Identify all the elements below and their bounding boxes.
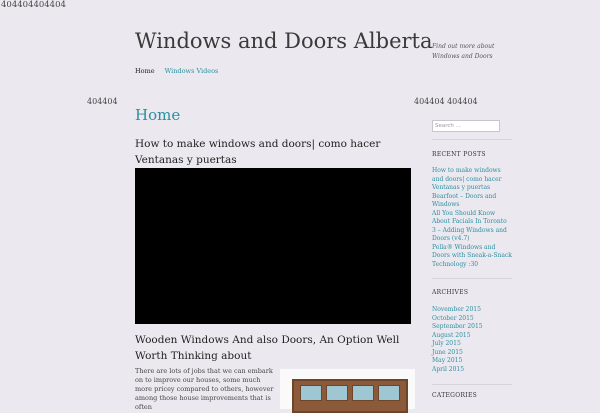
error-text-right: 404404 404404	[414, 97, 478, 106]
search-input[interactable]: Search ...	[432, 120, 500, 132]
archive-link[interactable]: April 2015	[432, 366, 512, 375]
divider	[432, 139, 512, 140]
archive-link[interactable]: October 2015	[432, 315, 512, 324]
recent-posts-title: RECENT POSTS	[432, 151, 486, 158]
page-title: Home	[135, 106, 181, 124]
archive-link[interactable]: July 2015	[432, 340, 512, 349]
archive-link[interactable]: August 2015	[432, 332, 512, 341]
video-player[interactable]	[135, 168, 411, 324]
main-nav: Home Windows Videos	[135, 67, 218, 75]
recent-post-link[interactable]: How to make windows and doors| como hace…	[432, 167, 512, 193]
categories-title: CATEGORIES	[432, 392, 478, 399]
archive-link[interactable]: November 2015	[432, 306, 512, 315]
error-text-top: 404404404404	[1, 0, 66, 10]
recent-posts-list: How to make windows and doors| como hace…	[432, 167, 512, 269]
post-image-wooden-windows	[280, 369, 415, 413]
post-title-1[interactable]: How to make windows and doors| como hace…	[135, 136, 415, 168]
site-title[interactable]: Windows and Doors Alberta	[135, 29, 433, 53]
nav-item-windows-videos[interactable]: Windows Videos	[165, 67, 219, 75]
error-text-left: 404404	[87, 97, 118, 106]
archives-list: November 2015 October 2015 September 201…	[432, 306, 512, 374]
divider	[432, 278, 512, 279]
divider	[432, 384, 512, 385]
nav-item-home[interactable]: Home	[135, 67, 155, 75]
recent-post-link[interactable]: All You Should Know About Facials In Tor…	[432, 210, 512, 227]
post-title-2[interactable]: Wooden Windows And also Doors, An Option…	[135, 332, 415, 364]
recent-post-link[interactable]: Pella® Windows and Doors with Sneak-a-Sn…	[432, 244, 512, 270]
archive-link[interactable]: June 2015	[432, 349, 512, 358]
recent-post-link[interactable]: Bearfoot – Doors and Windows	[432, 193, 512, 210]
post-excerpt: There are lots of jobs that we can embar…	[135, 367, 274, 411]
recent-post-link[interactable]: 3 – Adding Windows and Doors (v4.7)	[432, 227, 512, 244]
archive-link[interactable]: September 2015	[432, 323, 512, 332]
archives-title: ARCHIVES	[432, 289, 469, 296]
site-tagline: Find out more about Windows and Doors	[432, 43, 495, 60]
archive-link[interactable]: May 2015	[432, 357, 512, 366]
